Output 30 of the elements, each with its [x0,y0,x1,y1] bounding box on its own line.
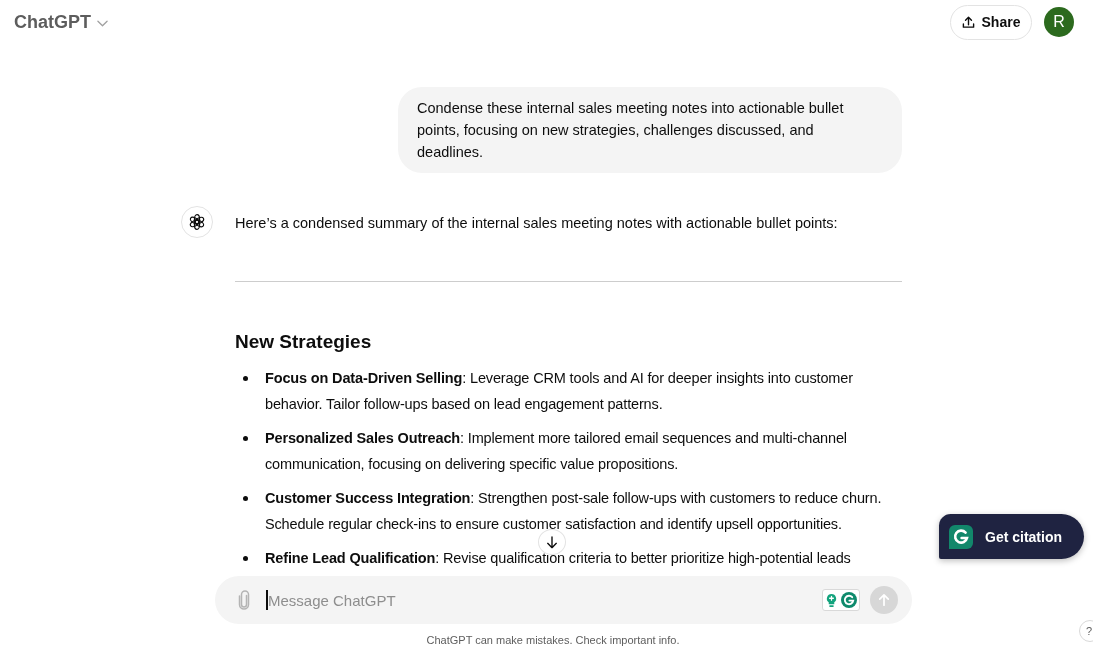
share-button[interactable]: Share [950,4,1032,40]
section-heading: New Strategies [235,330,373,354]
lightbulb-icon[interactable] [825,592,838,608]
get-citation-button[interactable]: Get citation [939,514,1084,559]
list-item-text: Personalized Sales Outreach: Implement more tailored email sequences and multi-channel communication, focusing on delivering specific value propositions. [265,429,848,474]
message-composer-field[interactable]: Message ChatGPT [215,576,912,624]
message-input[interactable]: Message ChatGPT [268,589,822,611]
text-cursor-icon [266,590,268,610]
list-item-text: Focus on Data-Driven Selling: Leverage CRM tools and AI for deeper insights into customer behavior. Tailor follow-ups based on lead engagement patterns. [265,369,854,414]
attach-button[interactable] [236,589,252,611]
assistant-intro-text: Here’s a condensed summary of the internal sales meeting notes with actionable bullet points: [235,214,839,233]
arrow-up-icon [878,593,890,607]
g-logo-icon [949,524,973,549]
model-selector[interactable]: ChatGPT [8,7,114,37]
help-button[interactable]: ? [1079,620,1093,642]
disclaimer-text: ChatGPT can make mistakes. Check important info. [425,633,681,648]
list-item-text: Refine Lead Qualification: Revise qualification criteria to better prioritize high-potential leads [265,549,852,568]
bullet-icon [243,376,248,381]
paperclip-icon [238,590,250,610]
bullet-icon [243,496,248,501]
user-avatar[interactable]: R [1044,7,1074,37]
list-item-text: Customer Success Integration: Strengthen post-sale follow-ups with customers to reduce churn. Schedule regular check-ins to ensure customer satisfaction and identify upsell opportunities. [265,489,883,534]
arrow-down-icon [546,534,558,550]
chevron-down-icon [97,19,108,27]
bullet-icon [243,436,248,441]
g-logo-icon[interactable] [841,592,857,608]
assistant-logo-icon [181,206,213,238]
share-icon [961,15,975,29]
bullet-icon [243,556,248,561]
user-message-bubble: Condense these internal sales meeting notes into actionable bullet points, focusing on new strategies, challenges discussed, and deadlines. [398,87,902,173]
